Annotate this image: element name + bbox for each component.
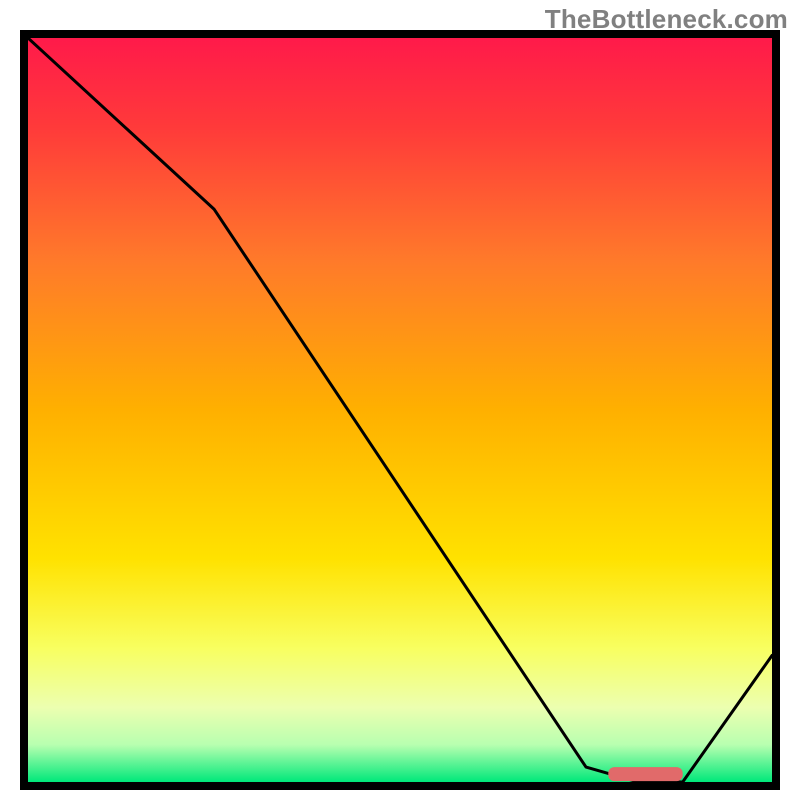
- optimal-range-marker: [608, 767, 682, 781]
- chart-svg: [28, 38, 772, 782]
- plot-area: [28, 38, 772, 782]
- gradient-background: [28, 38, 772, 782]
- watermark-text: TheBottleneck.com: [545, 4, 788, 35]
- chart-container: TheBottleneck.com: [0, 0, 800, 800]
- plot-frame: [20, 30, 780, 790]
